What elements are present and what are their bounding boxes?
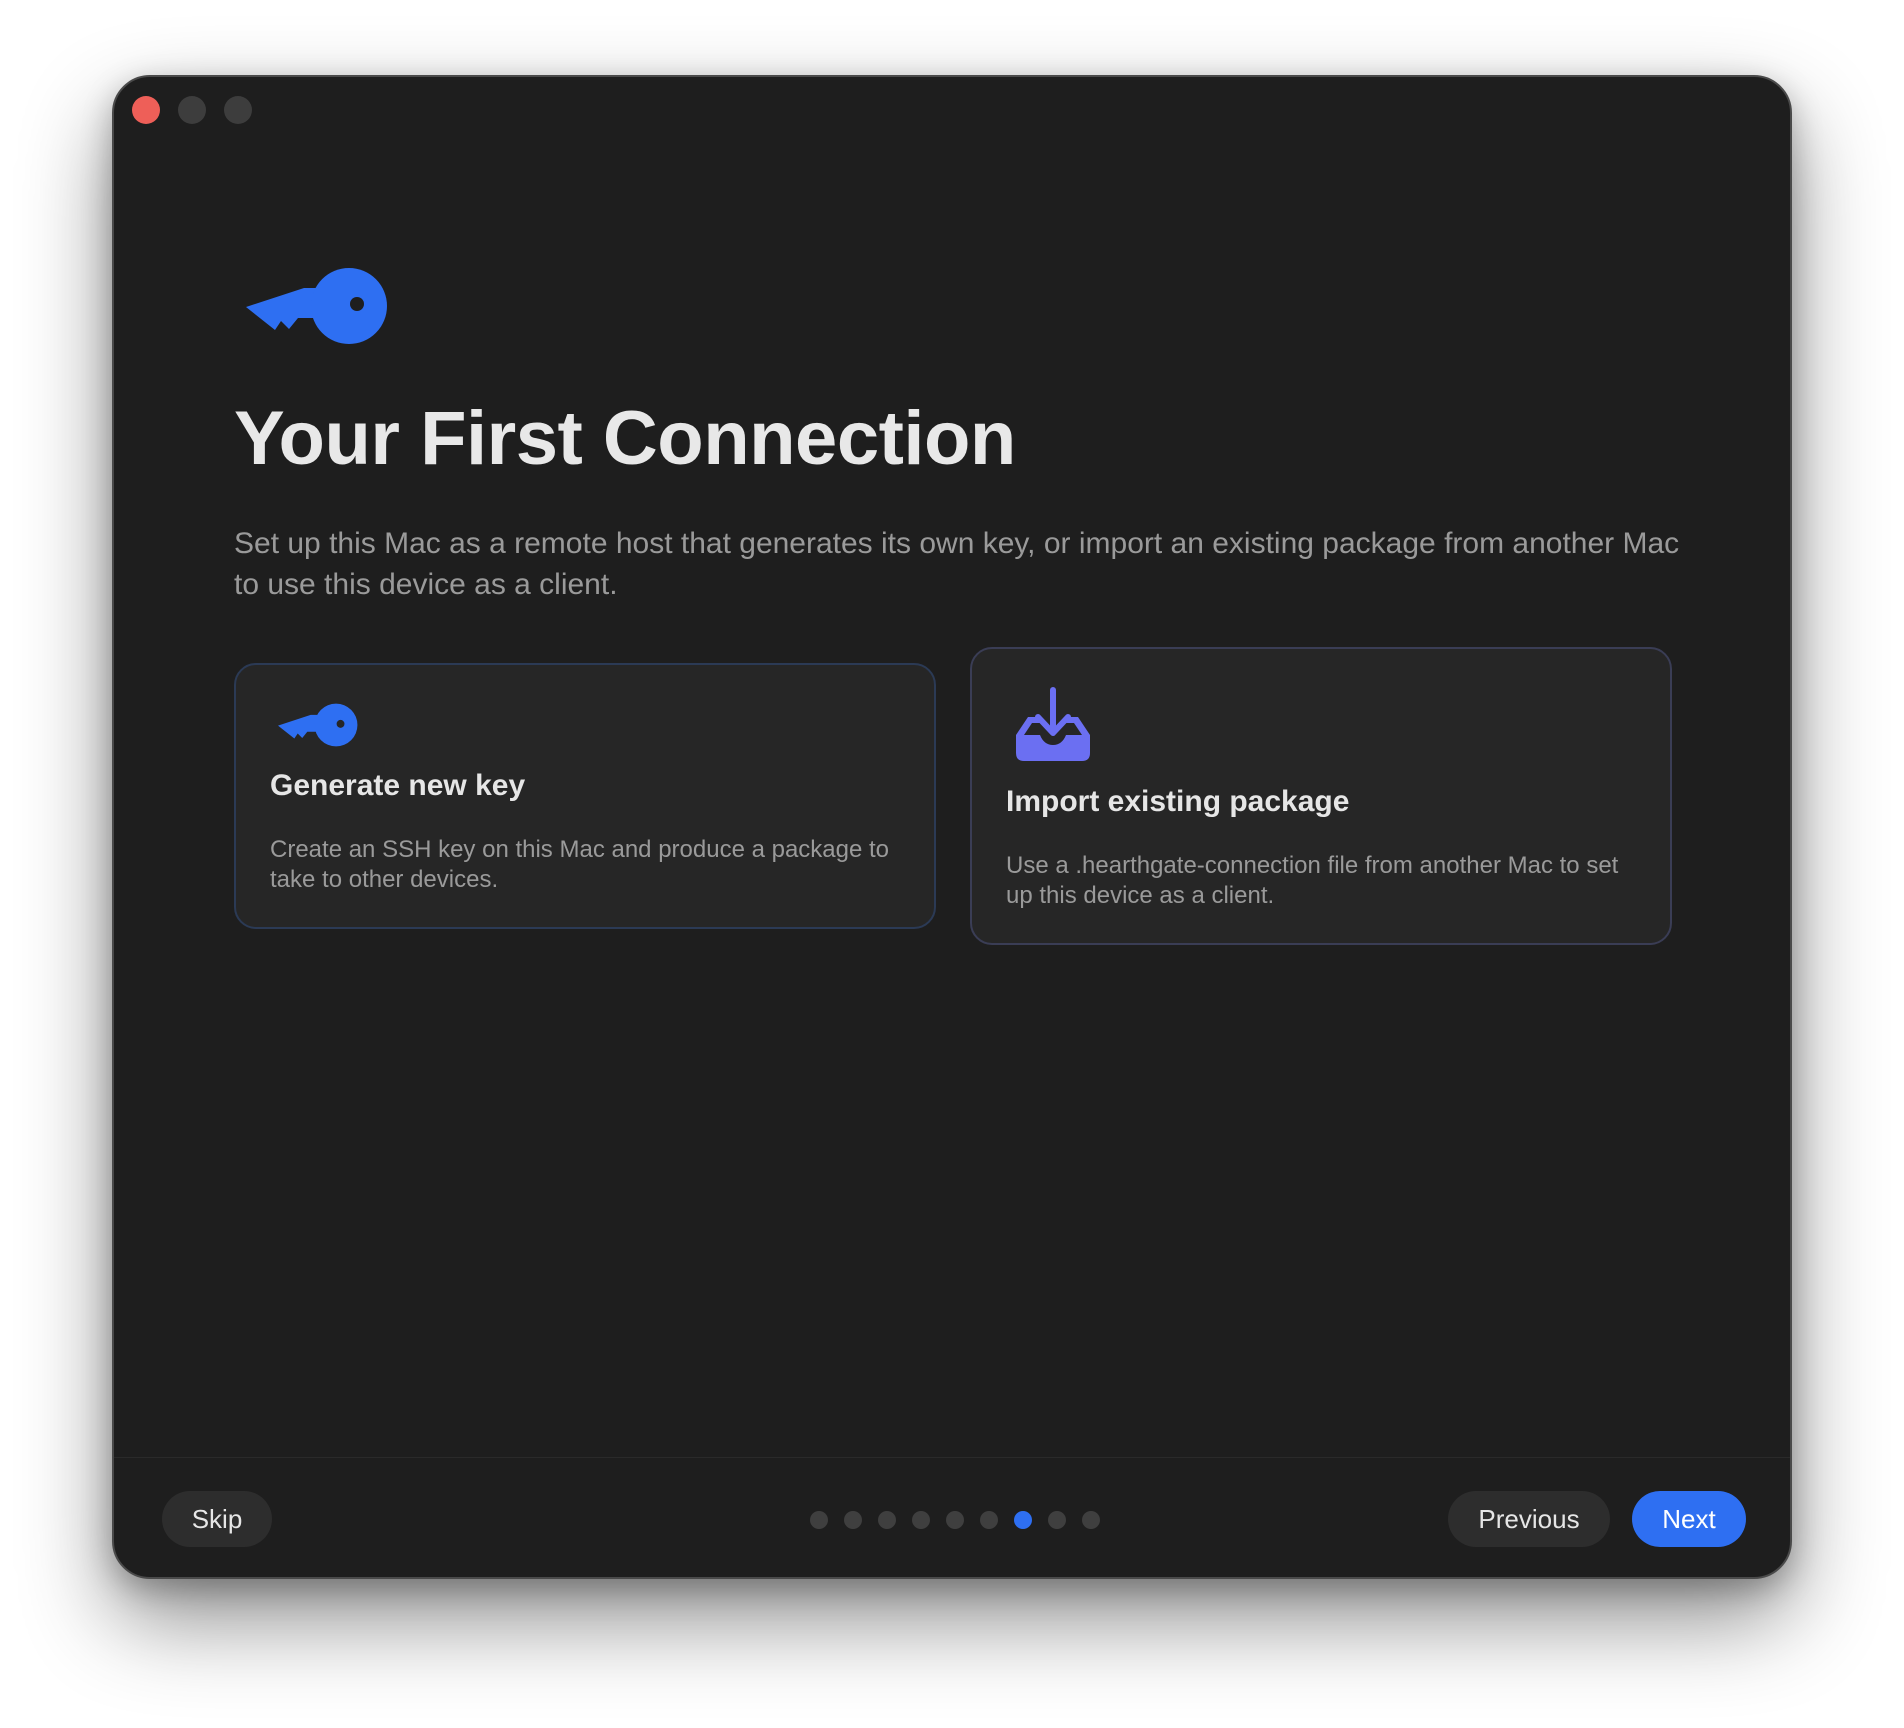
minimize-window-button[interactable] xyxy=(178,96,206,124)
tray-download-icon xyxy=(1016,687,1090,761)
footer-divider xyxy=(114,1457,1790,1458)
page-dot-9[interactable] xyxy=(1082,1511,1100,1529)
zoom-window-button[interactable] xyxy=(224,96,252,124)
key-icon xyxy=(278,703,358,747)
card-title: Import existing package xyxy=(1006,785,1350,818)
page-dot-7[interactable] xyxy=(1014,1511,1032,1529)
page-title: Your First Connection xyxy=(234,396,1016,481)
previous-button[interactable]: Previous xyxy=(1448,1491,1610,1547)
skip-button[interactable]: Skip xyxy=(162,1491,272,1547)
page-dot-3[interactable] xyxy=(878,1511,896,1529)
page-dot-6[interactable] xyxy=(980,1511,998,1529)
page-dot-4[interactable] xyxy=(912,1511,930,1529)
import-existing-package-card[interactable]: Import existing package Use a .hearthgat… xyxy=(970,647,1672,945)
generate-new-key-card[interactable]: Generate new key Create an SSH key on th… xyxy=(234,663,936,929)
page-indicator xyxy=(810,1511,1100,1529)
page-dot-5[interactable] xyxy=(946,1511,964,1529)
card-description: Use a .hearthgate-connection file from a… xyxy=(1006,852,1619,909)
window-controls xyxy=(132,96,252,124)
page-dot-1[interactable] xyxy=(810,1511,828,1529)
page-dot-2[interactable] xyxy=(844,1511,862,1529)
page-dot-8[interactable] xyxy=(1048,1511,1066,1529)
card-title: Generate new key xyxy=(270,769,526,802)
key-icon xyxy=(246,268,387,344)
onboarding-window: Your First Connection Set up this Mac as… xyxy=(112,75,1792,1579)
next-button[interactable]: Next xyxy=(1632,1491,1746,1547)
card-description: Create an SSH key on this Mac and produc… xyxy=(270,836,890,893)
close-window-button[interactable] xyxy=(132,96,160,124)
page-subtitle: Set up this Mac as a remote host that ge… xyxy=(234,527,1680,601)
